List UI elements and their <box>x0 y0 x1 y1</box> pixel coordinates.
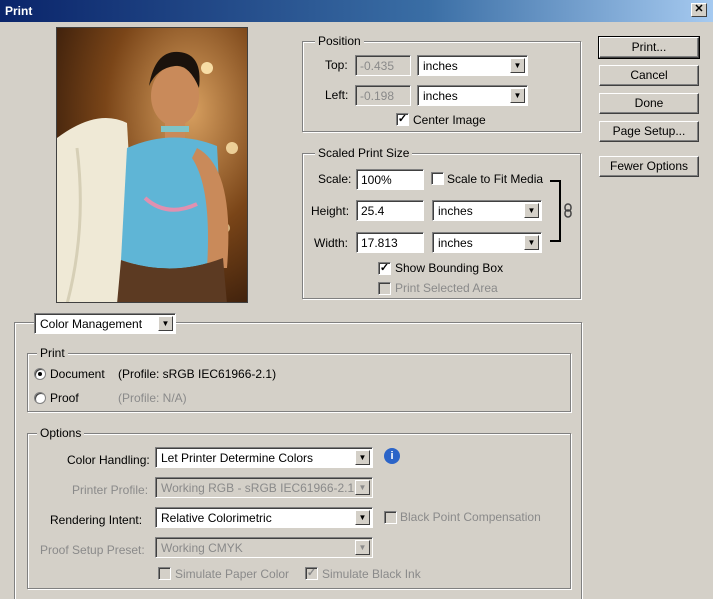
chevron-down-icon: ▼ <box>158 316 173 331</box>
color-handling-label: Color Handling: <box>67 453 150 467</box>
chevron-down-icon: ▼ <box>510 88 525 103</box>
left-unit-value: inches <box>423 89 458 103</box>
chevron-down-icon: ▼ <box>355 510 370 525</box>
print-button[interactable]: Print... <box>598 36 700 59</box>
simulate-black-ink-label: Simulate Black Ink <box>322 567 421 581</box>
preview-illustration <box>57 51 238 302</box>
print-source-title: Print <box>37 346 68 360</box>
proof-radio[interactable] <box>34 392 46 404</box>
window-title: Print <box>5 4 33 18</box>
left-input[interactable]: -0.198 <box>355 85 411 106</box>
scale-label: Scale: <box>318 172 352 186</box>
chevron-down-icon: ▼ <box>355 480 370 495</box>
close-button[interactable]: ✕ <box>691 3 707 17</box>
chevron-down-icon: ▼ <box>524 235 539 250</box>
color-handling-select[interactable]: Let Printer Determine Colors ▼ <box>155 447 373 468</box>
height-unit-value: inches <box>438 204 473 218</box>
show-bounding-box-label: Show Bounding Box <box>395 261 504 275</box>
rendering-intent-value: Relative Colorimetric <box>161 511 272 525</box>
width-unit-select[interactable]: inches ▼ <box>432 232 542 253</box>
chevron-down-icon: ▼ <box>524 203 539 218</box>
options-title: Options <box>37 426 85 440</box>
top-input[interactable]: -0.435 <box>355 55 411 76</box>
fewer-options-button[interactable]: Fewer Options <box>599 156 699 177</box>
height-unit-select[interactable]: inches ▼ <box>432 200 542 221</box>
section-select-value: Color Management <box>40 317 143 331</box>
document-radio[interactable] <box>34 368 46 380</box>
document-profile-text: (Profile: sRGB IEC61966-2.1) <box>118 367 277 381</box>
top-label: Top: <box>325 58 348 72</box>
center-image-label: Center Image <box>413 113 486 127</box>
printer-profile-value: Working RGB - sRGB IEC61966-2.1 <box>161 481 355 495</box>
position-group-title: Position <box>315 34 364 48</box>
rendering-intent-label: Rendering Intent: <box>50 513 143 527</box>
width-label: Width: <box>314 236 349 250</box>
color-handling-value: Let Printer Determine Colors <box>161 451 314 465</box>
simulate-paper-color-label: Simulate Paper Color <box>175 567 290 581</box>
scale-to-fit-label: Scale to Fit Media <box>447 172 544 186</box>
done-button[interactable]: Done <box>599 93 699 114</box>
black-point-compensation-checkbox[interactable] <box>384 511 397 524</box>
black-point-compensation-label: Black Point Compensation <box>400 510 541 524</box>
chevron-down-icon: ▼ <box>510 58 525 73</box>
width-input[interactable]: 17.813 <box>356 232 424 253</box>
chevron-down-icon: ▼ <box>355 450 370 465</box>
show-bounding-box-checkbox[interactable]: ✓ <box>378 262 391 275</box>
simulate-paper-color-checkbox[interactable] <box>158 567 171 580</box>
top-unit-select[interactable]: inches ▼ <box>417 55 528 76</box>
print-selected-area-checkbox[interactable] <box>378 282 391 295</box>
title-bar: Print ✕ <box>0 0 713 22</box>
scale-to-fit-checkbox[interactable] <box>431 172 444 185</box>
proof-setup-preset-select[interactable]: Working CMYK ▼ <box>155 537 373 558</box>
proof-label: Proof <box>50 391 79 405</box>
cancel-button[interactable]: Cancel <box>599 65 699 86</box>
proof-setup-preset-label: Proof Setup Preset: <box>40 543 145 557</box>
proof-setup-preset-value: Working CMYK <box>161 541 243 555</box>
left-unit-select[interactable]: inches ▼ <box>417 85 528 106</box>
width-unit-value: inches <box>438 236 473 250</box>
print-preview-image <box>56 27 248 303</box>
link-icon[interactable] <box>548 180 578 242</box>
top-unit-value: inches <box>423 59 458 73</box>
height-input[interactable]: 25.4 <box>356 200 424 221</box>
close-icon: ✕ <box>694 3 704 15</box>
page-setup-button[interactable]: Page Setup... <box>599 121 699 142</box>
scaled-print-size-title: Scaled Print Size <box>315 146 413 160</box>
proof-profile-text: (Profile: N/A) <box>118 391 187 405</box>
simulate-black-ink-checkbox[interactable]: ✓ <box>305 567 318 580</box>
document-label: Document <box>50 367 105 381</box>
scale-input[interactable]: 100% <box>356 169 424 190</box>
center-image-checkbox[interactable]: ✓ <box>396 113 409 126</box>
chevron-down-icon: ▼ <box>355 540 370 555</box>
rendering-intent-select[interactable]: Relative Colorimetric ▼ <box>155 507 373 528</box>
section-select[interactable]: Color Management ▼ <box>34 313 176 334</box>
left-label: Left: <box>325 88 349 102</box>
print-selected-area-label: Print Selected Area <box>395 281 498 295</box>
height-label: Height: <box>311 204 350 218</box>
info-icon[interactable]: i <box>384 448 400 464</box>
print-source-group <box>27 353 571 412</box>
printer-profile-select[interactable]: Working RGB - sRGB IEC61966-2.1 ▼ <box>155 477 373 498</box>
printer-profile-label: Printer Profile: <box>72 483 149 497</box>
